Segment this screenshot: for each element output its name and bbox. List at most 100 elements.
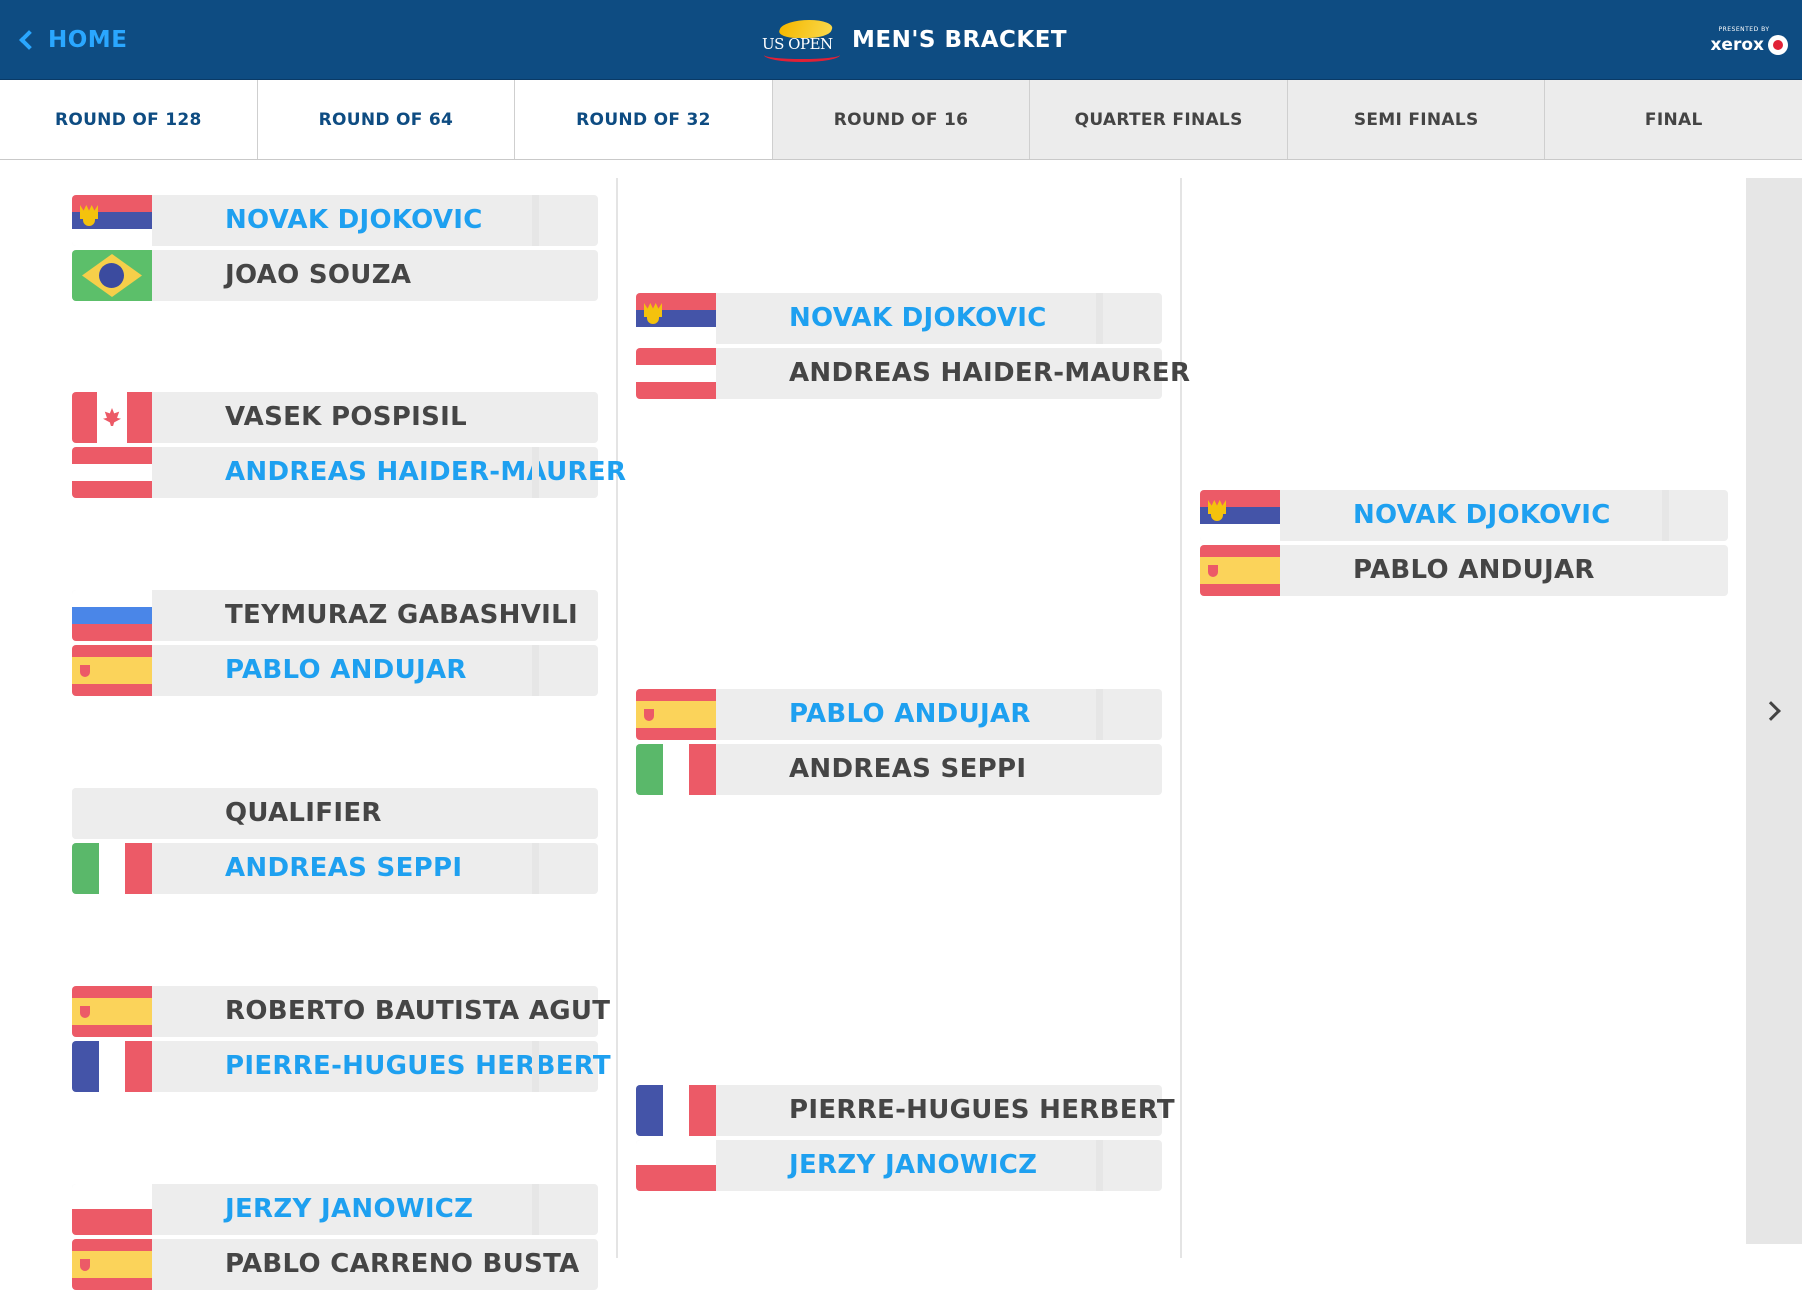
player-row[interactable]: ANDREAS HAIDER-MAURER [636, 348, 1190, 399]
spain-flag-icon [72, 1239, 152, 1290]
score-cell [532, 843, 598, 894]
tab-round-of-128[interactable]: ROUND OF 128 [0, 80, 258, 159]
player-name: PABLO ANDUJAR [225, 655, 467, 685]
serbia-flag-icon [1200, 490, 1280, 541]
round-tabs: ROUND OF 128 ROUND OF 64 ROUND OF 32 ROU… [0, 80, 1802, 160]
canada-flag-icon [72, 392, 152, 443]
player-row[interactable]: JERZY JANOWICZ [636, 1140, 1162, 1191]
chevron-right-icon [1761, 701, 1781, 721]
player-name: ANDREAS SEPPI [789, 754, 1027, 784]
top-bar: HOME US OPEN MEN'S BRACKET PRESENTED BY … [0, 0, 1802, 80]
player-name: JERZY JANOWICZ [789, 1150, 1038, 1180]
score-cell [1096, 689, 1162, 740]
tab-quarter-finals[interactable]: QUARTER FINALS [1030, 80, 1288, 159]
france-flag-icon [636, 1085, 716, 1136]
player-name: JERZY JANOWICZ [225, 1194, 474, 1224]
chevron-left-icon [19, 30, 39, 50]
player-name: VASEK POSPISIL [225, 402, 467, 432]
player-name: PABLO ANDUJAR [789, 699, 1031, 729]
player-name: NOVAK DJOKOVIC [1353, 500, 1611, 530]
player-name: ANDREAS SEPPI [225, 853, 463, 883]
player-name: ROBERTO BAUTISTA AGUT [225, 996, 611, 1026]
tab-semi-finals[interactable]: SEMI FINALS [1287, 80, 1546, 159]
player-name: TEYMURAZ GABASHVILI [225, 600, 578, 630]
no-flag [72, 788, 152, 839]
tab-round-of-64[interactable]: ROUND OF 64 [257, 80, 516, 159]
match-card: NOVAK DJOKOVIC PABLO ANDUJAR [1200, 490, 1728, 600]
france-flag-icon [72, 1041, 152, 1092]
xerox-ball-icon [1768, 35, 1788, 55]
bracket: NOVAK DJOKOVIC JOAO SOUZA VASEK POSPISIL… [0, 160, 1802, 1290]
match-card: TEYMURAZ GABASHVILI PABLO ANDUJAR [72, 590, 598, 700]
austria-flag-icon [636, 348, 716, 399]
player-name: PABLO CARRENO BUSTA [225, 1249, 580, 1279]
serbia-flag-icon [72, 195, 152, 246]
player-row[interactable]: PIERRE-HUGUES HERBERT [636, 1085, 1175, 1136]
score-cell [532, 645, 598, 696]
austria-flag-icon [72, 447, 152, 498]
player-name: JOAO SOUZA [225, 260, 412, 290]
player-row[interactable]: VASEK POSPISIL [72, 392, 598, 443]
score-cell [532, 447, 598, 498]
poland-flag-icon [636, 1140, 716, 1191]
match-card: NOVAK DJOKOVIC JOAO SOUZA [72, 195, 598, 305]
sponsor-logo: PRESENTED BY xerox [1710, 26, 1788, 58]
score-cell [1096, 293, 1162, 344]
italy-flag-icon [72, 843, 152, 894]
player-row[interactable]: PABLO ANDUJAR [1200, 545, 1728, 596]
tab-final[interactable]: FINAL [1545, 80, 1802, 159]
page-title: MEN'S BRACKET [852, 27, 1068, 53]
column-divider [616, 178, 618, 1258]
score-cell [1662, 490, 1728, 541]
player-row[interactable]: PIERRE-HUGUES HERBERT [72, 1041, 611, 1092]
player-row[interactable]: PABLO ANDUJAR [72, 645, 598, 696]
player-name: QUALIFIER [225, 798, 382, 828]
spain-flag-icon [636, 689, 716, 740]
player-row[interactable]: NOVAK DJOKOVIC [1200, 490, 1728, 541]
match-card: PIERRE-HUGUES HERBERT JERZY JANOWICZ [636, 1085, 1175, 1195]
next-round-button[interactable] [1746, 178, 1802, 1244]
player-row[interactable]: TEYMURAZ GABASHVILI [72, 590, 598, 641]
player-row[interactable]: ANDREAS SEPPI [72, 843, 598, 894]
player-row[interactable]: ANDREAS HAIDER-MAURER [72, 447, 626, 498]
player-row[interactable]: ANDREAS SEPPI [636, 744, 1162, 795]
column-divider [1180, 178, 1182, 1258]
player-name: NOVAK DJOKOVIC [789, 303, 1047, 333]
player-row[interactable]: QUALIFIER [72, 788, 598, 839]
score-cell [532, 1184, 598, 1235]
player-name: NOVAK DJOKOVIC [225, 205, 483, 235]
russia-flag-icon [72, 590, 152, 641]
italy-flag-icon [636, 744, 716, 795]
spain-flag-icon [72, 986, 152, 1037]
home-button[interactable]: HOME [14, 24, 127, 56]
tab-round-of-32[interactable]: ROUND OF 32 [515, 80, 773, 159]
match-card: ROBERTO BAUTISTA AGUT PIERRE-HUGUES HERB… [72, 986, 611, 1096]
score-cell [532, 1041, 598, 1092]
player-row[interactable]: JERZY JANOWICZ [72, 1184, 598, 1235]
match-card: NOVAK DJOKOVIC ANDREAS HAIDER-MAURER [636, 293, 1190, 403]
player-name: PIERRE-HUGUES HERBERT [789, 1095, 1175, 1125]
serbia-flag-icon [636, 293, 716, 344]
brand: US OPEN MEN'S BRACKET [760, 16, 1067, 64]
match-card: VASEK POSPISIL ANDREAS HAIDER-MAURER [72, 392, 626, 502]
tab-round-of-16[interactable]: ROUND OF 16 [772, 80, 1031, 159]
player-row[interactable]: PABLO CARRENO BUSTA [72, 1239, 598, 1290]
spain-flag-icon [1200, 545, 1280, 596]
poland-flag-icon [72, 1184, 152, 1235]
player-name: PABLO ANDUJAR [1353, 555, 1595, 585]
match-card: JERZY JANOWICZ PABLO CARRENO BUSTA [72, 1184, 598, 1294]
brazil-flag-icon [72, 250, 152, 301]
player-row[interactable]: PABLO ANDUJAR [636, 689, 1162, 740]
score-cell [1096, 1140, 1162, 1191]
player-row[interactable]: ROBERTO BAUTISTA AGUT [72, 986, 610, 1037]
match-card: PABLO ANDUJAR ANDREAS SEPPI [636, 689, 1162, 799]
spain-flag-icon [72, 645, 152, 696]
player-name: ANDREAS HAIDER-MAURER [789, 358, 1191, 388]
home-label: HOME [48, 27, 128, 53]
us-open-logo: US OPEN [760, 16, 842, 64]
player-row[interactable]: NOVAK DJOKOVIC [636, 293, 1162, 344]
player-row[interactable]: NOVAK DJOKOVIC [72, 195, 598, 246]
match-card: QUALIFIER ANDREAS SEPPI [72, 788, 598, 898]
player-row[interactable]: JOAO SOUZA [72, 250, 598, 301]
score-cell [532, 195, 598, 246]
